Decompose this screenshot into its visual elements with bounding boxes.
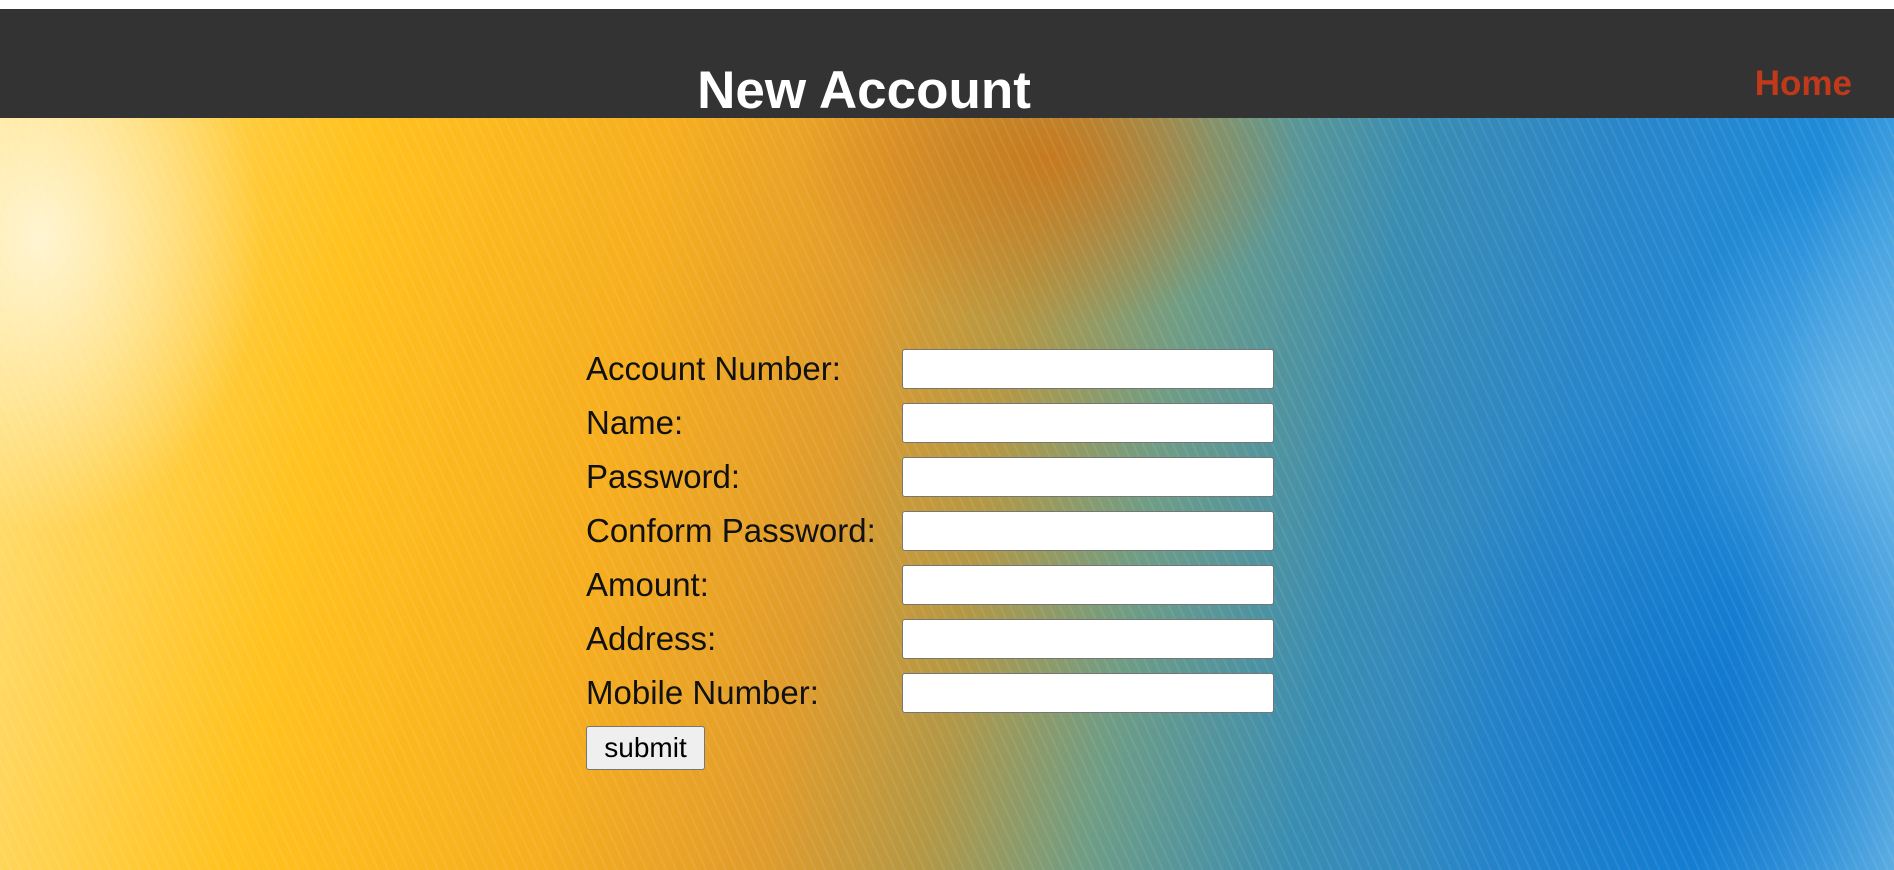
password-input[interactable] bbox=[902, 457, 1274, 497]
confirm-password-row: Conform Password: bbox=[586, 504, 1274, 558]
mobile-number-row: Mobile Number: bbox=[586, 666, 1274, 720]
address-row: Address: bbox=[586, 612, 1274, 666]
home-link[interactable]: Home bbox=[1755, 62, 1852, 106]
account-number-input[interactable] bbox=[902, 349, 1274, 389]
confirm-password-input[interactable] bbox=[902, 511, 1274, 551]
name-input[interactable] bbox=[902, 403, 1274, 443]
password-row: Password: bbox=[586, 450, 1274, 504]
amount-row: Amount: bbox=[586, 558, 1274, 612]
mobile-number-label: Mobile Number: bbox=[586, 674, 819, 711]
header-bar: New Account Home bbox=[0, 9, 1894, 120]
amount-input[interactable] bbox=[902, 565, 1274, 605]
name-row: Name: bbox=[586, 396, 1274, 450]
name-label: Name: bbox=[586, 404, 684, 441]
new-account-form: Account Number: Name: Password: Conform … bbox=[586, 342, 1274, 770]
page-title: New Account bbox=[697, 61, 1031, 120]
mobile-number-input[interactable] bbox=[902, 673, 1274, 713]
amount-label: Amount: bbox=[586, 566, 709, 603]
submit-button[interactable]: submit bbox=[586, 726, 705, 770]
password-label: Password: bbox=[586, 458, 741, 495]
confirm-password-label: Conform Password: bbox=[586, 512, 876, 549]
address-label: Address: bbox=[586, 620, 717, 657]
address-input[interactable] bbox=[902, 619, 1274, 659]
page: New Account Home Account Number: Name: P… bbox=[0, 0, 1894, 870]
account-number-row: Account Number: bbox=[586, 342, 1274, 396]
account-number-label: Account Number: bbox=[586, 350, 841, 387]
